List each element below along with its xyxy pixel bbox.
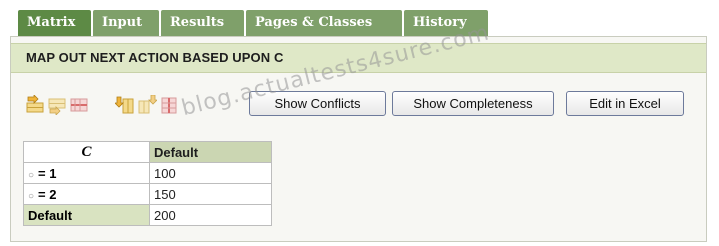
table-row: ○ = 1 100 bbox=[23, 162, 272, 184]
insert-row-after-icon[interactable] bbox=[47, 95, 67, 115]
default-row-label: Default bbox=[23, 204, 150, 226]
insert-column-before-icon[interactable] bbox=[115, 95, 135, 115]
condition-cell[interactable]: ○ = 1 bbox=[23, 162, 150, 184]
insert-row-before-icon[interactable] bbox=[25, 95, 45, 115]
tab-pages-and-classes[interactable]: Pages & Classes bbox=[246, 10, 402, 36]
show-conflicts-button[interactable]: Show Conflicts bbox=[249, 91, 386, 116]
insert-column-after-icon[interactable] bbox=[137, 95, 157, 115]
decision-matrix-table: C Default ○ = 1 100 ○ = 2 150 Default 200 bbox=[23, 141, 272, 226]
condition-column-header: C bbox=[23, 141, 150, 163]
condition-label: = 1 bbox=[38, 165, 57, 181]
edit-in-excel-button[interactable]: Edit in Excel bbox=[566, 91, 684, 116]
table-header-row: C Default bbox=[23, 141, 272, 163]
value-cell[interactable]: 150 bbox=[149, 183, 272, 205]
value-cell[interactable]: 200 bbox=[149, 204, 272, 226]
tab-history[interactable]: History bbox=[404, 10, 488, 36]
tab-results[interactable]: Results bbox=[161, 10, 244, 36]
tab-bar: Matrix Input Results Pages & Classes His… bbox=[18, 10, 490, 36]
row-bullet-icon: ○ bbox=[28, 169, 35, 181]
delete-column-icon[interactable] bbox=[159, 95, 179, 115]
condition-cell[interactable]: ○ = 2 bbox=[23, 183, 150, 205]
section-title: MAP OUT NEXT ACTION BASED UPON C bbox=[26, 50, 284, 65]
value-cell[interactable]: 100 bbox=[149, 162, 272, 184]
section-header: MAP OUT NEXT ACTION BASED UPON C bbox=[11, 43, 706, 73]
show-completeness-button[interactable]: Show Completeness bbox=[392, 91, 554, 116]
tab-matrix[interactable]: Matrix bbox=[18, 10, 91, 36]
tab-input[interactable]: Input bbox=[93, 10, 159, 36]
matrix-panel: MAP OUT NEXT ACTION BASED UPON C Show Co… bbox=[10, 20, 707, 242]
delete-row-icon[interactable] bbox=[69, 95, 89, 115]
table-row: ○ = 2 150 bbox=[23, 183, 272, 205]
condition-label: = 2 bbox=[38, 186, 57, 202]
row-bullet-icon: ○ bbox=[28, 190, 35, 202]
default-column-header: Default bbox=[149, 141, 272, 163]
table-row: Default 200 bbox=[23, 204, 272, 226]
